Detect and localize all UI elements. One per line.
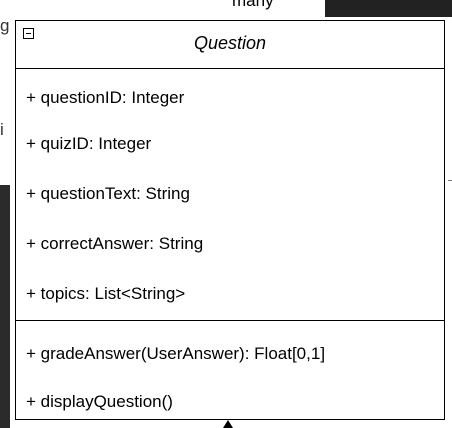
association-multiplicity-label: many [232,0,274,10]
attribute-row[interactable]: + questionID: Integer [16,76,444,119]
operations-compartment: + gradeAnswer(UserAnswer): Float[0,1] + … [16,321,444,426]
connector-line [448,180,452,181]
attribute-row[interactable]: + correctAnswer: String [16,219,444,269]
adjacent-text-fragment: i [0,120,4,139]
attributes-compartment: + questionID: Integer + quizID: Integer … [16,69,444,321]
uml-class-question[interactable]: Question + questionID: Integer + quizID:… [15,20,445,420]
adjacent-element-fragment [325,0,452,17]
attribute-row[interactable]: + quizID: Integer [16,119,444,169]
adjacent-element-fragment [0,185,10,428]
attribute-row[interactable]: + topics: List<String> [16,269,444,319]
class-name: Question [193,33,267,53]
operation-row[interactable]: + gradeAnswer(UserAnswer): Float[0,1] [16,330,444,378]
adjacent-text-fragment: g [0,16,10,35]
operation-row[interactable]: + displayQuestion() [16,378,444,426]
class-header[interactable]: Question [16,21,444,69]
attribute-row[interactable]: + questionText: String [16,169,444,219]
